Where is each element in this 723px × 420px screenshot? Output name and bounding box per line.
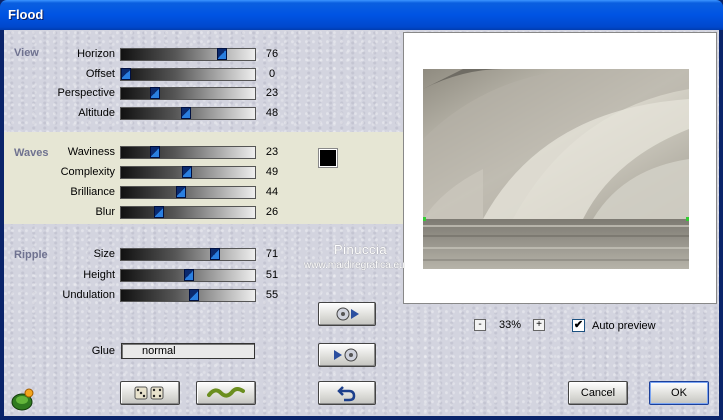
slider-label-size: Size	[93, 248, 115, 260]
slider-value-brilliance[interactable]: 44	[262, 186, 282, 198]
film-forward-icon	[336, 307, 359, 321]
title-bar[interactable]: Flood	[0, 0, 723, 30]
slider-thumb[interactable]	[150, 87, 160, 99]
slider-offset[interactable]	[120, 68, 256, 81]
slider-label-offset: Offset	[85, 68, 115, 80]
slider-value-height[interactable]: 51	[262, 269, 282, 281]
slider-thumb[interactable]	[181, 107, 191, 119]
slider-undulation[interactable]	[120, 289, 256, 302]
color-swatch[interactable]	[318, 148, 338, 168]
slider-thumb[interactable]	[217, 48, 227, 60]
glue-value: normal	[142, 345, 176, 357]
zoom-in-button[interactable]: +	[533, 319, 545, 331]
preview-image[interactable]	[423, 69, 689, 269]
slider-label-altitude: Altitude	[78, 107, 115, 119]
slider-complexity[interactable]	[120, 166, 256, 179]
ok-label: OK	[671, 387, 687, 399]
slider-thumb[interactable]	[150, 146, 160, 158]
undo-button[interactable]	[318, 381, 376, 405]
slider-thumb[interactable]	[182, 166, 192, 178]
slider-value-waviness[interactable]: 23	[262, 146, 282, 158]
watermark-url: www.maidiregrafica.eu	[304, 260, 405, 271]
slider-label-height: Height	[83, 269, 115, 281]
randomize-button[interactable]	[120, 381, 180, 405]
slider-label-brilliance: Brilliance	[70, 186, 115, 198]
film-back-icon	[334, 348, 358, 362]
slider-perspective[interactable]	[120, 87, 256, 100]
preview-panel	[403, 32, 717, 304]
slider-size[interactable]	[120, 248, 256, 261]
auto-preview-label: Auto preview	[592, 320, 656, 332]
watermark-name: Pinuccia	[334, 242, 388, 257]
glue-label: Glue	[91, 345, 115, 357]
slider-value-size[interactable]: 71	[262, 248, 282, 260]
slider-waviness[interactable]	[120, 146, 256, 159]
plugin-frog-icon	[10, 388, 36, 412]
zoom-value: 33%	[498, 319, 522, 331]
slider-brilliance[interactable]	[120, 186, 256, 199]
slider-blur[interactable]	[120, 206, 256, 219]
slider-height[interactable]	[120, 269, 256, 282]
slider-label-complexity: Complexity	[60, 166, 115, 178]
cancel-label: Cancel	[580, 387, 616, 399]
ok-button[interactable]: OK	[649, 381, 709, 405]
slider-thumb[interactable]	[176, 186, 186, 198]
slider-horizon[interactable]	[120, 48, 256, 61]
slider-label-horizon: Horizon	[77, 48, 115, 60]
slider-thumb[interactable]	[154, 206, 164, 218]
slider-thumb[interactable]	[189, 289, 199, 301]
slider-thumb[interactable]	[121, 68, 131, 80]
auto-preview-checkbox[interactable]: ✔	[572, 319, 585, 332]
slider-value-horizon[interactable]: 76	[262, 48, 282, 60]
undo-arrow-icon	[337, 386, 356, 402]
slider-value-complexity[interactable]: 49	[262, 166, 282, 178]
play-back-button[interactable]	[318, 343, 376, 367]
dice-icon	[134, 386, 164, 400]
slider-label-perspective: Perspective	[57, 87, 115, 99]
slider-value-perspective[interactable]: 23	[262, 87, 282, 99]
zoom-out-button[interactable]: -	[474, 319, 486, 331]
play-forward-button[interactable]	[318, 302, 376, 326]
window-title: Flood	[8, 7, 44, 22]
reset-button[interactable]	[196, 381, 256, 405]
slider-thumb[interactable]	[184, 269, 194, 281]
cancel-button[interactable]: Cancel	[568, 381, 628, 405]
slider-value-undulation[interactable]: 55	[262, 289, 282, 301]
slider-thumb[interactable]	[210, 248, 220, 260]
slider-label-undulation: Undulation	[62, 289, 115, 301]
slider-label-waviness: Waviness	[67, 146, 115, 158]
glue-select[interactable]: normal	[121, 343, 255, 359]
slider-value-offset[interactable]: 0	[262, 68, 282, 80]
slider-altitude[interactable]	[120, 107, 256, 120]
slider-label-blur: Blur	[95, 206, 115, 218]
wave-icon	[207, 387, 245, 398]
dialog-body: View Waves Ripple Horizon 76 Offset 0 Pe…	[4, 30, 719, 416]
slider-value-blur[interactable]: 26	[262, 206, 282, 218]
flood-dialog: Flood View Waves Ripple Horizon 76 Offse…	[0, 0, 723, 420]
slider-value-altitude[interactable]: 48	[262, 107, 282, 119]
